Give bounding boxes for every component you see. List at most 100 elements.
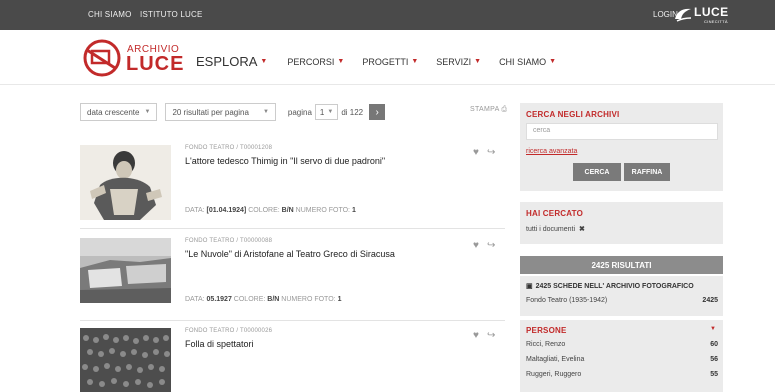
facet-label: Ricci, Renzo — [526, 341, 566, 348]
results-controls: data crescente ▼ 20 risultati per pagina ▼… — [80, 103, 386, 121]
record-thumbnail[interactable] — [80, 145, 171, 220]
refine-button[interactable]: RAFFINA — [624, 163, 670, 181]
record-item[interactable]: FONDO TEATRO / T00001208 L'attore tedesc… — [80, 145, 505, 220]
nav-servizi[interactable]: SERVIZI ▼ — [436, 57, 481, 67]
facet-label: Fondo Teatro (1935-1942) — [526, 297, 608, 304]
searched-panel-title: HAI CERCATO — [526, 209, 584, 218]
record-fondo: FONDO TEATRO / T00000088 — [185, 238, 273, 244]
page-select-value: 1 — [319, 107, 325, 117]
record-actions: ♥ ↪ — [473, 147, 503, 158]
advanced-search-link[interactable]: ricerca avanzata — [526, 148, 577, 155]
record-title[interactable]: L'attore tedesco Thimig in "Il servo di … — [185, 156, 385, 166]
site-header: ARCHIVIO LUCE ESPLORA ▼ PERCORSI ▼ PROGETT… — [0, 30, 775, 85]
record-thumbnail[interactable] — [80, 238, 171, 303]
caret-down-icon[interactable]: ▼ — [710, 326, 716, 332]
record-item[interactable]: FONDO TEATRO / T00000026 Folla di spetta… — [80, 328, 505, 392]
divider — [80, 320, 505, 321]
top-link-istituto-luce[interactable]: ISTITUTO LUCE — [140, 10, 202, 19]
nav-progetti-label: PROGETTI — [362, 56, 409, 67]
record-meta: DATA: [01.04.1924] COLORE: B/N NUMERO FO… — [185, 207, 356, 214]
nav-servizi-label: SERVIZI — [436, 56, 472, 67]
share-icon[interactable]: ↪ — [487, 147, 495, 158]
archive-panel-title-text: 2425 SCHEDE NELL' ARCHIVIO FOTOGRAFICO — [535, 283, 694, 290]
search-button[interactable]: CERCA — [573, 163, 621, 181]
page-label: pagina — [287, 107, 312, 117]
meta-data-value: 05.1927 — [206, 296, 232, 303]
facet-count: 60 — [710, 341, 718, 348]
logo-luce-text: LUCE — [126, 53, 185, 75]
luce-logo-icon — [675, 8, 692, 22]
top-links: CHI SIAMO ISTITUTO LUCE — [88, 10, 209, 19]
archive-facet-row[interactable]: Fondo Teatro (1935-1942) 2425 — [526, 297, 718, 304]
share-icon[interactable]: ↪ — [487, 240, 495, 251]
nav-esplora[interactable]: ESPLORA ▼ — [196, 54, 267, 69]
search-panel: CERCA NEGLI ARCHIVI — [520, 103, 723, 191]
facet-count: 2425 — [702, 297, 718, 304]
archive-panel-title: ▣ 2425 SCHEDE NELL' ARCHIVIO FOTOGRAFICO — [526, 282, 694, 290]
nav-percorsi[interactable]: PERCORSI ▼ — [287, 57, 344, 67]
archive-search-input[interactable]: cerca — [526, 123, 718, 140]
luce-brand: LUCE — [694, 5, 729, 19]
nav-chi-siamo-label: CHI SIAMO — [499, 56, 547, 67]
sort-select-value: data crescente — [87, 107, 140, 117]
searched-filter: tutti i documenti ✖ — [526, 225, 585, 233]
page-total: di 122 — [341, 107, 364, 117]
nav-esplora-label: ESPLORA — [196, 54, 258, 69]
search-panel-title: CERCA NEGLI ARCHIVI — [526, 110, 620, 119]
persone-panel-title: PERSONE — [526, 326, 567, 335]
meta-colore-label: COLORE: — [248, 207, 280, 214]
print-link[interactable]: STAMPA ⎙ — [470, 106, 507, 114]
record-actions: ♥ ↪ — [473, 330, 503, 341]
heart-icon[interactable]: ♥ — [473, 147, 479, 158]
meta-foto-value: 1 — [337, 296, 342, 303]
meta-foto-label: NUMERO FOTO: — [281, 296, 336, 303]
persone-facet-row[interactable]: Ruggeri, Ruggero 55 — [526, 371, 718, 378]
record-meta: DATA: 05.1927 COLORE: B/N NUMERO FOTO: 1 — [185, 296, 341, 303]
record-item[interactable]: FONDO TEATRO / T00000088 "Le Nuvole" di … — [80, 238, 505, 303]
per-page-select-value: 20 risultati per pagina — [172, 107, 249, 117]
share-icon[interactable]: ↪ — [487, 330, 495, 341]
meta-data-label: DATA: — [185, 207, 205, 214]
per-page-select[interactable]: 20 risultati per pagina ▼ — [165, 103, 276, 121]
record-title[interactable]: "Le Nuvole" di Aristofane al Teatro Grec… — [185, 249, 395, 259]
archive-panel: ▣ 2425 SCHEDE NELL' ARCHIVIO FOTOGRAFICO — [520, 276, 723, 316]
facet-label: Maltagliati, Evelina — [526, 356, 585, 363]
record-fondo: FONDO TEATRO / T00001208 — [185, 145, 273, 151]
caret-down-icon: ▼ — [337, 58, 345, 65]
archive-photo-icon: ▣ — [526, 283, 533, 290]
next-page-button[interactable]: › — [369, 104, 386, 120]
main-nav: ESPLORA ▼ PERCORSI ▼ PROGETTI ▼ SERVIZI ▼ CH… — [196, 54, 574, 69]
persone-facet-row[interactable]: Ricci, Renzo 60 — [526, 341, 718, 348]
remove-filter-icon[interactable]: ✖ — [579, 226, 585, 233]
record-title[interactable]: Folla di spettatori — [185, 339, 254, 349]
chevron-right-icon: › — [375, 106, 379, 118]
archivio-luce-logo-icon[interactable] — [82, 38, 122, 78]
meta-colore-value: B/N — [267, 296, 280, 303]
top-bar: CHI SIAMO ISTITUTO LUCE LOGIN LUCE CINEC… — [0, 0, 775, 30]
meta-foto-value: 1 — [351, 207, 356, 214]
cinecitta-sub: CINECITTÀ — [704, 19, 728, 24]
nav-chi-siamo[interactable]: CHI SIAMO ▼ — [499, 57, 556, 67]
page-select[interactable]: 1 ▼ — [314, 104, 339, 120]
heart-icon[interactable]: ♥ — [473, 330, 479, 341]
nav-progetti[interactable]: PROGETTI ▼ — [362, 57, 418, 67]
meta-foto-label: NUMERO FOTO: — [295, 207, 350, 214]
meta-data-value: [01.04.1924] — [206, 207, 247, 214]
searched-filter-label: tutti i documenti — [526, 226, 576, 233]
record-actions: ♥ ↪ — [473, 240, 503, 251]
print-label: STAMPA — [470, 106, 500, 113]
caret-down-icon: ▼ — [260, 58, 268, 65]
dropdown-arrow-icon: ▼ — [262, 109, 269, 115]
facet-count: 56 — [710, 356, 718, 363]
printer-icon: ⎙ — [501, 106, 508, 113]
caret-down-icon: ▼ — [549, 58, 557, 65]
searched-panel: HAI CERCATO tutti i documenti ✖ — [520, 202, 723, 244]
heart-icon[interactable]: ♥ — [473, 240, 479, 251]
sort-select[interactable]: data crescente ▼ — [80, 103, 158, 121]
meta-colore-label: COLORE: — [233, 296, 266, 303]
persone-facet-row[interactable]: Maltagliati, Evelina 56 — [526, 356, 718, 363]
top-link-chi-siamo[interactable]: CHI SIAMO — [88, 10, 132, 19]
divider — [80, 228, 505, 229]
record-thumbnail[interactable] — [80, 328, 171, 392]
luce-cinecitta-logo[interactable]: LUCE CINECITTÀ — [673, 4, 733, 26]
